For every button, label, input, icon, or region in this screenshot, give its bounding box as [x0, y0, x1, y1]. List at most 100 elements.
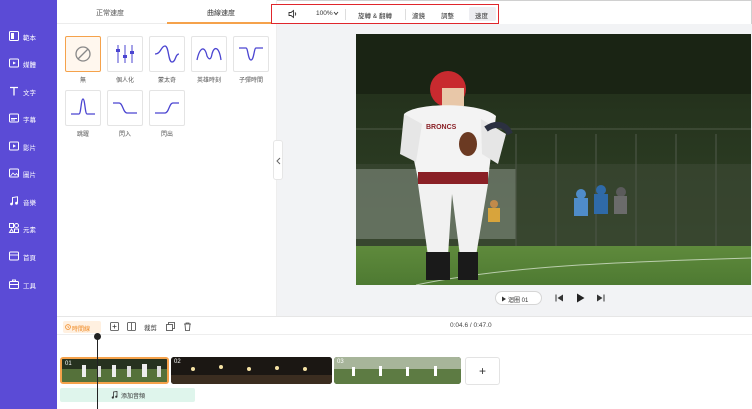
sidebar-item-label: 元素 [23, 227, 36, 234]
video-icon [9, 141, 19, 151]
clip-thumbnail [334, 357, 461, 384]
add-audio-label: 添加音頻 [121, 394, 146, 400]
sidebar-item-text[interactable]: 文字 [0, 80, 57, 102]
sidebar-item-label: 媒體 [23, 62, 36, 69]
sidebar-item-elements[interactable]: 元素 [0, 217, 57, 239]
sidebar-item-label: 文字 [23, 90, 36, 97]
playhead-handle[interactable] [94, 333, 101, 340]
rotate-flip-button[interactable]: 旋轉 & 翻轉 [358, 10, 392, 20]
sidebar-item-label: 首頁 [23, 255, 36, 262]
clip-thumbnail [62, 359, 167, 382]
timecode: 0:04.6 / 0:47.0 [450, 322, 492, 329]
curve-label-jump: 跳躍 [76, 132, 89, 138]
sidebar-item-label: 字幕 [23, 117, 36, 124]
hero-curve-icon [196, 48, 222, 61]
curve-label-hero: 英雄時刻 [196, 78, 221, 84]
sidebar-item-template[interactable]: 範本 [0, 25, 57, 47]
speed-panel: 正常速度 曲線速度 無 個人化 蒙太奇 英雄時刻 子彈時間 跳躍 閃入 閃出 [57, 0, 277, 316]
speed-tabs: 正常速度 曲線速度 [57, 0, 277, 24]
clip-thumbnail [171, 357, 332, 384]
sidebar-item-label: 圖片 [23, 172, 36, 179]
curve-label-none: 無 [79, 78, 86, 84]
svg-text:BRONCS: BRONCS [426, 124, 457, 131]
trash-icon[interactable] [183, 322, 192, 331]
sidebar: 範本 媒體 文字 字幕 影片 圖片 音樂 元素 首頁 工具 [0, 0, 57, 409]
music-note-icon [111, 391, 118, 399]
sidebar-item-tools[interactable]: 工具 [0, 273, 57, 295]
curve-label-bullet: 子彈時間 [238, 78, 263, 84]
chevron-left-icon [276, 157, 281, 165]
speed-button[interactable]: 速度 [475, 10, 488, 20]
filter-button[interactable]: 濾鏡 [412, 10, 425, 20]
trim-button[interactable]: 裁剪 [144, 322, 157, 332]
curve-label-montage: 蒙太奇 [157, 78, 176, 84]
curve-none[interactable] [65, 36, 101, 72]
sidebar-item-home[interactable]: 首頁 [0, 245, 57, 267]
flash-in-curve-icon [113, 102, 137, 114]
clip-number: 02 [174, 359, 181, 365]
curve-hero-moment[interactable] [191, 36, 227, 72]
video-frame-image: BRONCS [356, 34, 751, 285]
split-clip-icon[interactable] [127, 322, 136, 331]
skip-back-icon[interactable] [555, 294, 564, 302]
playhead[interactable] [97, 335, 98, 409]
play-icon[interactable] [576, 293, 585, 303]
image-icon [9, 168, 19, 178]
play-small-icon [502, 296, 506, 301]
sidebar-item-video[interactable]: 影片 [0, 135, 57, 157]
sidebar-item-subtitle[interactable]: 字幕 [0, 107, 57, 129]
copy-icon[interactable] [166, 322, 175, 331]
volume-value[interactable]: 100% [316, 10, 333, 17]
sidebar-item-music[interactable]: 音樂 [0, 190, 57, 212]
curve-montage[interactable] [149, 36, 185, 72]
video-preview: BRONCS [356, 34, 751, 285]
active-tab-indicator [167, 22, 277, 24]
sidebar-item-label: 音樂 [23, 200, 36, 207]
montage-curve-icon [154, 45, 180, 63]
volume-icon[interactable] [288, 9, 298, 19]
template-icon [9, 31, 19, 41]
toolbar-divider [405, 9, 406, 20]
timeline-clip-2[interactable]: 02 [171, 357, 332, 384]
add-clip-label: + [479, 364, 487, 378]
timeline-button[interactable]: 時間線 [63, 321, 101, 333]
sidebar-item-image[interactable]: 圖片 [0, 162, 57, 184]
curve-label-flash-out: 閃出 [160, 132, 173, 138]
add-media-icon[interactable] [110, 322, 119, 331]
add-clip-button[interactable]: + [465, 357, 500, 385]
sidebar-item-label: 工具 [23, 283, 36, 290]
text-icon [10, 86, 18, 96]
panel-collapse-button[interactable] [273, 140, 283, 180]
home-icon [9, 251, 19, 261]
timeline-clip-1[interactable]: 01 [60, 357, 169, 384]
curve-label-flash-in: 閃入 [118, 132, 131, 138]
flash-out-curve-icon [155, 102, 179, 114]
curve-bullet-time[interactable] [233, 36, 269, 72]
media-icon [9, 58, 19, 68]
skip-forward-icon[interactable] [596, 294, 605, 302]
clip-number: 03 [337, 359, 344, 365]
subtitle-icon [9, 113, 19, 123]
clock-icon [65, 324, 71, 330]
tab-curve-speed[interactable]: 曲線速度 [207, 8, 235, 18]
sidebar-item-label: 影片 [23, 145, 36, 152]
curve-flash-out[interactable] [149, 90, 185, 126]
loop-button[interactable]: 迴圈 01 [495, 291, 542, 305]
add-audio-track[interactable]: 添加音頻 [60, 388, 195, 402]
curve-custom[interactable] [107, 36, 143, 72]
curve-flash-in[interactable] [107, 90, 143, 126]
chevron-down-icon[interactable] [333, 11, 339, 16]
loop-label: 迴圈 01 [508, 298, 529, 304]
sidebar-item-media[interactable]: 媒體 [0, 52, 57, 74]
none-icon [75, 46, 91, 62]
curve-label-custom: 個人化 [115, 78, 134, 84]
timeline-toolbar: 時間線 裁剪 0:04.6 / 0:47.0 [57, 316, 752, 335]
tab-normal-speed[interactable]: 正常速度 [96, 8, 124, 18]
edit-toolbar: 100% 旋轉 & 翻轉 濾鏡 調整 速度 [271, 4, 499, 24]
jump-curve-icon [71, 98, 95, 115]
elements-icon [8, 223, 19, 233]
curve-jump[interactable] [65, 90, 101, 126]
clip-number: 01 [65, 361, 72, 367]
adjust-button[interactable]: 調整 [441, 10, 454, 20]
timeline-clip-3[interactable]: 03 [334, 357, 461, 384]
